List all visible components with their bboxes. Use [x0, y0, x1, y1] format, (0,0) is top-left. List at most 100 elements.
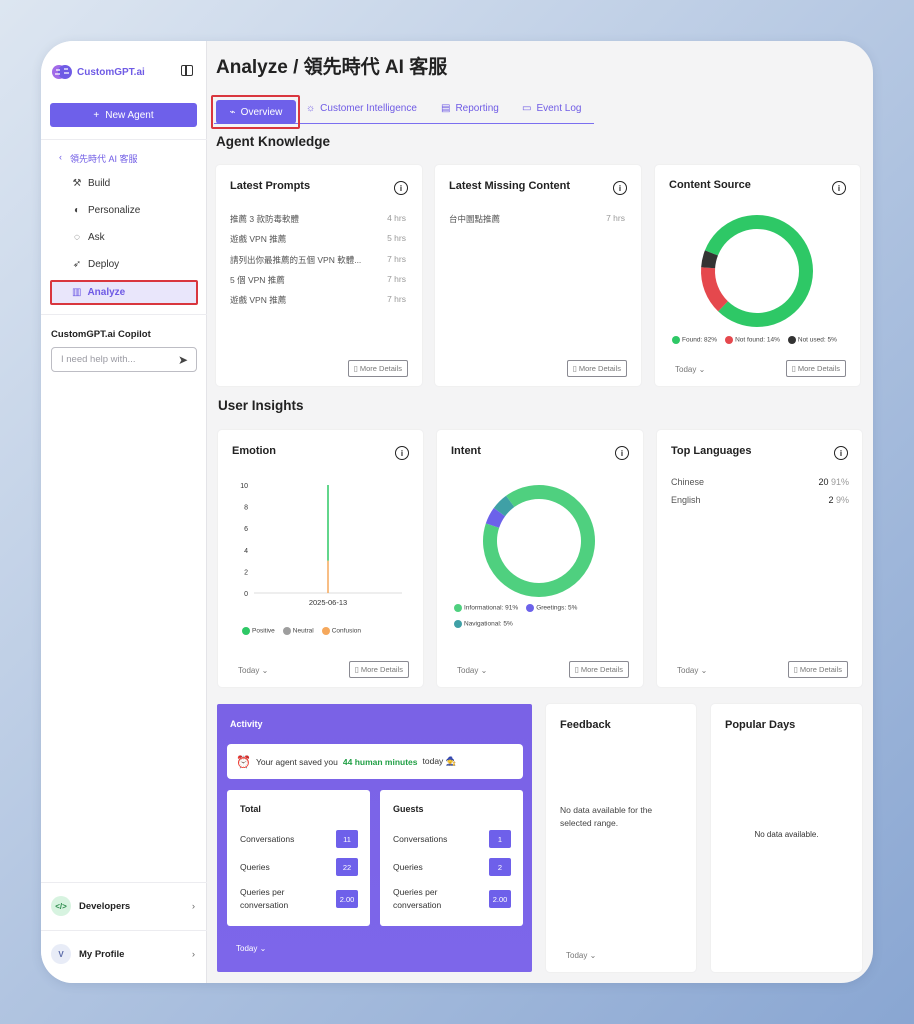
chevron-left-icon: ‹ [59, 152, 62, 162]
sidebar: CustomGPT.ai + New Agent ‹ 領先時代 AI 客服 ⚒ … [41, 41, 207, 983]
developers-link[interactable]: </> Developers › [51, 896, 197, 916]
list-item[interactable]: 5 個 VPN 推薦 7 hrs [230, 274, 406, 294]
stat-row-conversations: Conversations 1 [393, 830, 511, 848]
x-tick-label: 2025-06-13 [309, 598, 347, 607]
legend-dot [321, 627, 330, 635]
donut-slice[interactable] [701, 267, 729, 312]
stat-row-queries: Queries 22 [240, 858, 358, 876]
profile-label: My Profile [79, 948, 125, 960]
today-selector[interactable]: Today ⌄ [236, 944, 266, 953]
y-tick-label: 6 [244, 526, 248, 533]
feedback-card: Feedback No data available for the selec… [546, 704, 696, 972]
language-percent: 9% [833, 495, 849, 505]
stat-value: 11 [336, 830, 358, 848]
alarm-clock-icon: ⏰ [236, 754, 251, 769]
send-icon[interactable]: ➤ [178, 353, 188, 367]
tab-label: Customer Intelligence [320, 103, 417, 114]
language-name: English [671, 495, 701, 505]
stat-label: Queries [240, 862, 270, 872]
card-title: Emotion [232, 445, 276, 457]
info-icon[interactable]: i [832, 181, 846, 195]
list-item[interactable]: 台中圜點推薦 7 hrs [449, 213, 625, 233]
tab-customer-intelligence[interactable]: ☼ Customer Intelligence [306, 103, 417, 114]
info-icon[interactable]: i [615, 446, 629, 460]
today-selector[interactable]: Today ⌄ [677, 666, 707, 675]
stat-value: 22 [336, 858, 358, 876]
today-selector[interactable]: Today ⌄ [457, 666, 487, 675]
donut-slice[interactable] [493, 495, 515, 517]
more-details-button[interactable]: ▯ More Details [568, 661, 629, 678]
legend-dot [725, 336, 734, 344]
info-icon[interactable]: i [395, 446, 409, 460]
y-tick-label: 10 [240, 483, 248, 490]
sidebar-item-ask[interactable]: ◌ Ask [72, 232, 105, 243]
today-selector[interactable]: Today ⌄ [566, 951, 596, 960]
stat-label: Queries per conversation [393, 886, 441, 912]
content-source-legend: Found: 82% Not found: 14% Not used: 5% [672, 336, 852, 344]
more-details-button[interactable]: ▯ More Details [785, 360, 846, 377]
card-title: Latest Missing Content [449, 180, 571, 192]
sidebar-item-deploy[interactable]: ➶ Deploy [72, 259, 119, 270]
bulb-icon: ☼ [306, 103, 316, 114]
popular-days-card: Popular Days No data available. [711, 704, 862, 972]
feedback-empty-message: No data available for the selected range… [560, 805, 653, 828]
list-item[interactable]: 遊戲 VPN 推薦 7 hrs [230, 294, 406, 314]
legend-label: Informational: 91% [464, 604, 519, 612]
legend-item: Greetings: 5% [526, 604, 577, 612]
my-profile-link[interactable]: V My Profile › [51, 944, 197, 964]
legend-item: Informational: 91% [454, 604, 518, 612]
logo[interactable]: CustomGPT.ai [51, 61, 145, 83]
item-text: 遊戲 VPN 推薦 [230, 295, 287, 306]
more-details-button[interactable]: ▯ More Details [787, 661, 848, 678]
tab-event-log[interactable]: ▭ Event Log [522, 103, 582, 114]
list-item[interactable]: 遊戲 VPN 推薦 5 hrs [230, 233, 406, 253]
more-details-label: More Details [799, 665, 842, 674]
legend-dot [454, 620, 462, 628]
document-icon: ▯ [353, 364, 358, 373]
divider [41, 314, 207, 315]
chevron-down-icon: ⌄ [700, 666, 708, 675]
donut-slice[interactable] [701, 250, 719, 269]
content-source-donut [701, 215, 813, 327]
list-item[interactable]: 請列出你最推薦的五個 VPN 軟體... 7 hrs [230, 254, 406, 274]
tab-reporting[interactable]: ▤ Reporting [441, 103, 499, 114]
sidebar-collapse-icon[interactable] [181, 65, 193, 76]
stat-title: Guests [393, 804, 424, 814]
legend-dot [672, 336, 680, 344]
chevron-down-icon: ⌄ [261, 666, 269, 675]
more-details-button[interactable]: ▯ More Details [347, 360, 408, 377]
today-label: Today [238, 666, 260, 675]
legend-label: Neutral [292, 627, 314, 635]
sidebar-item-build[interactable]: ⚒ Build [72, 178, 111, 189]
today-selector[interactable]: Today ⌄ [675, 365, 705, 374]
sidebar-item-label: Build [88, 178, 111, 189]
sidebar-item-analyze-content[interactable]: ▥ Analyze [72, 287, 125, 298]
card-title: Popular Days [725, 719, 796, 731]
today-label: Today [566, 951, 588, 960]
chevron-down-icon: ⌄ [589, 951, 597, 960]
donut-slice[interactable] [704, 215, 813, 327]
plus-icon: + [93, 109, 100, 121]
list-item[interactable]: 推薦 3 款防毒軟體 4 hrs [230, 213, 406, 233]
donut-slice[interactable] [485, 507, 506, 529]
info-icon[interactable]: i [394, 181, 408, 195]
saved-prefix: Your agent saved you [255, 756, 338, 767]
language-row: English 2 9% [671, 495, 849, 505]
more-details-button[interactable]: ▯ More Details [348, 661, 409, 678]
info-icon[interactable]: i [613, 181, 627, 195]
agent-back-link[interactable]: ‹ 領先時代 AI 客服 [59, 152, 138, 165]
time-saved-banner: ⏰ Your agent saved you 44 human minutes … [227, 744, 523, 779]
sidebar-item-label: Personalize [88, 205, 141, 216]
avatar: V [51, 944, 71, 964]
legend-label: Not found: 14% [735, 336, 780, 344]
today-selector[interactable]: Today ⌄ [238, 666, 268, 675]
new-agent-button[interactable]: + New Agent [50, 103, 197, 127]
sidebar-item-personalize[interactable]: ◐ Personalize [72, 205, 140, 216]
stat-value: 2.00 [489, 890, 511, 908]
info-icon[interactable]: i [834, 446, 848, 460]
stat-value: 1 [489, 830, 511, 848]
copilot-input[interactable]: I need help with... ➤ [51, 347, 197, 372]
intent-legend: Informational: 91% Greetings: 5% Navigatio… [454, 604, 624, 628]
stat-value: 2 [489, 858, 511, 876]
more-details-button[interactable]: ▯ More Details [566, 360, 627, 377]
